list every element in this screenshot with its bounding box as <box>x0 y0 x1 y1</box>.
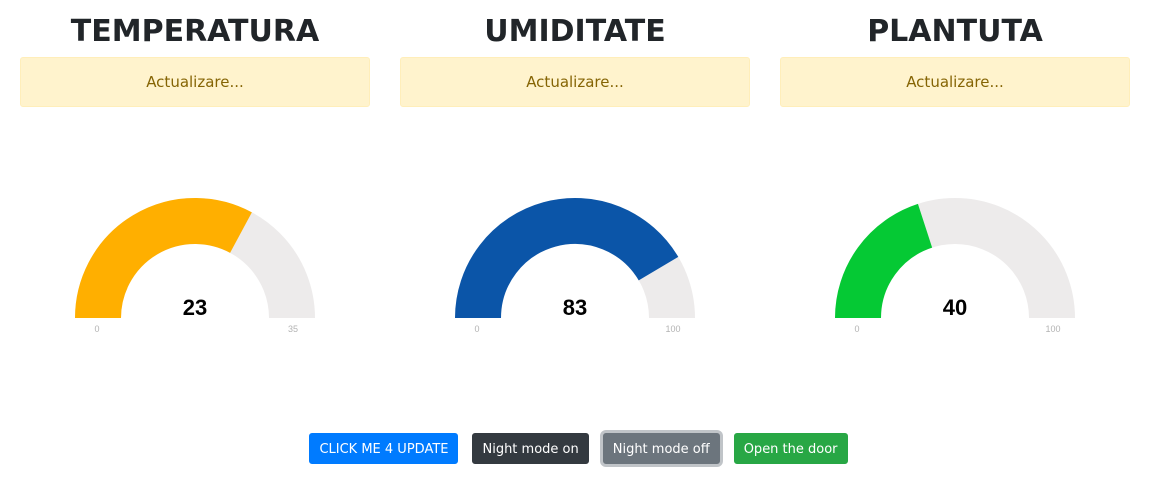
update-button[interactable]: CLICK ME 4 UPDATE <box>309 433 459 464</box>
action-buttons: CLICK ME 4 UPDATE Night mode on Night mo… <box>0 433 1157 467</box>
plant-title: PLANTUTA <box>867 14 1043 49</box>
temperature-panel: TEMPERATURA Actualizare... 23 0 35 <box>20 0 370 360</box>
dashboard: TEMPERATURA Actualizare... 23 0 35 UMIDI… <box>0 0 1157 485</box>
gauge-min-label: 0 <box>94 324 99 334</box>
night-mode-on-button[interactable]: Night mode on <box>472 433 589 464</box>
gauge-max-label: 100 <box>1045 324 1060 334</box>
plant-gauge: 40 0 100 <box>830 185 1080 345</box>
gauge-value: 40 <box>943 295 967 320</box>
humidity-title: UMIDITATE <box>484 14 666 49</box>
temperature-status-alert: Actualizare... <box>20 57 370 107</box>
temperature-title: TEMPERATURA <box>70 14 320 49</box>
gauge-min-label: 0 <box>854 324 859 334</box>
gauge-value: 83 <box>563 295 587 320</box>
open-door-button[interactable]: Open the door <box>733 433 848 464</box>
night-mode-off-button[interactable]: Night mode off <box>602 433 720 464</box>
gauge-fill <box>75 198 252 319</box>
temperature-gauge: 23 0 35 <box>70 185 320 345</box>
gauge-min-label: 0 <box>474 324 479 334</box>
plant-status-alert: Actualizare... <box>780 57 1130 107</box>
gauge-fill <box>835 203 933 319</box>
plant-panel: PLANTUTA Actualizare... 40 0 100 <box>780 0 1130 360</box>
gauge-max-label: 35 <box>288 324 298 334</box>
humidity-status-alert: Actualizare... <box>400 57 750 107</box>
gauge-value: 23 <box>183 295 207 320</box>
humidity-gauge: 83 0 100 <box>450 185 700 345</box>
humidity-panel: UMIDITATE Actualizare... 83 0 100 <box>400 0 750 360</box>
gauge-max-label: 100 <box>665 324 680 334</box>
